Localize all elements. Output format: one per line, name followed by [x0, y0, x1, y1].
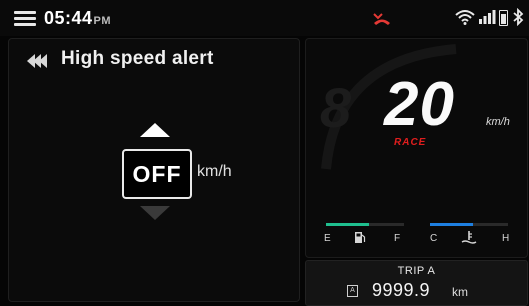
fuel-gauge-fill: [326, 223, 369, 226]
temperature-gauge: [430, 223, 508, 226]
temperature-gauge-fill: [430, 223, 473, 226]
chevron-left-icon: [39, 54, 47, 68]
speed-unit: km/h: [486, 116, 510, 128]
trip-meter[interactable]: TRIP A A 9999.9 km: [305, 260, 528, 306]
trip-badge: A: [347, 285, 358, 297]
clock-time: 05:44: [44, 8, 93, 28]
clock-ampm: PM: [93, 15, 112, 27]
trip-label: TRIP A: [397, 265, 436, 277]
back-button[interactable]: [27, 51, 49, 71]
fuel-full-label: F: [394, 233, 401, 244]
page-title: High speed alert: [61, 48, 214, 69]
bluetooth-icon: [513, 8, 524, 26]
increase-arrow-icon[interactable]: [140, 123, 170, 137]
trip-value: 9999.9: [372, 280, 431, 300]
temperature-cold-label: C: [430, 233, 438, 244]
trip-unit: km: [452, 285, 468, 299]
settings-panel: High speed alert OFF km/h: [8, 38, 300, 302]
wifi-icon: [455, 10, 475, 25]
battery-icon: [499, 10, 508, 26]
fuel-icon: [355, 232, 366, 243]
decrease-arrow-icon[interactable]: [140, 206, 170, 220]
missed-call-icon[interactable]: [372, 10, 392, 26]
speed-value: 20: [384, 70, 455, 139]
clock: 05:44PM: [44, 8, 111, 29]
temperature-icon: [461, 231, 477, 244]
fuel-empty-label: E: [324, 233, 331, 244]
speed-alert-value[interactable]: OFF: [122, 149, 192, 199]
menu-icon[interactable]: [14, 11, 36, 27]
ride-mode: RACE: [394, 137, 427, 148]
signal-icon: [479, 10, 496, 24]
cluster-screen: 05:44PM High speed alert OFF km/h 8 20 k…: [0, 0, 529, 306]
speed-alert-unit: km/h: [197, 163, 232, 180]
temperature-hot-label: H: [502, 233, 510, 244]
fuel-gauge: [326, 223, 404, 226]
status-bar: 05:44PM: [0, 0, 529, 36]
speed-ghost-digit: 8: [320, 76, 352, 139]
dashboard-panel: 8 20 km/h RACE E F C H: [305, 38, 528, 258]
